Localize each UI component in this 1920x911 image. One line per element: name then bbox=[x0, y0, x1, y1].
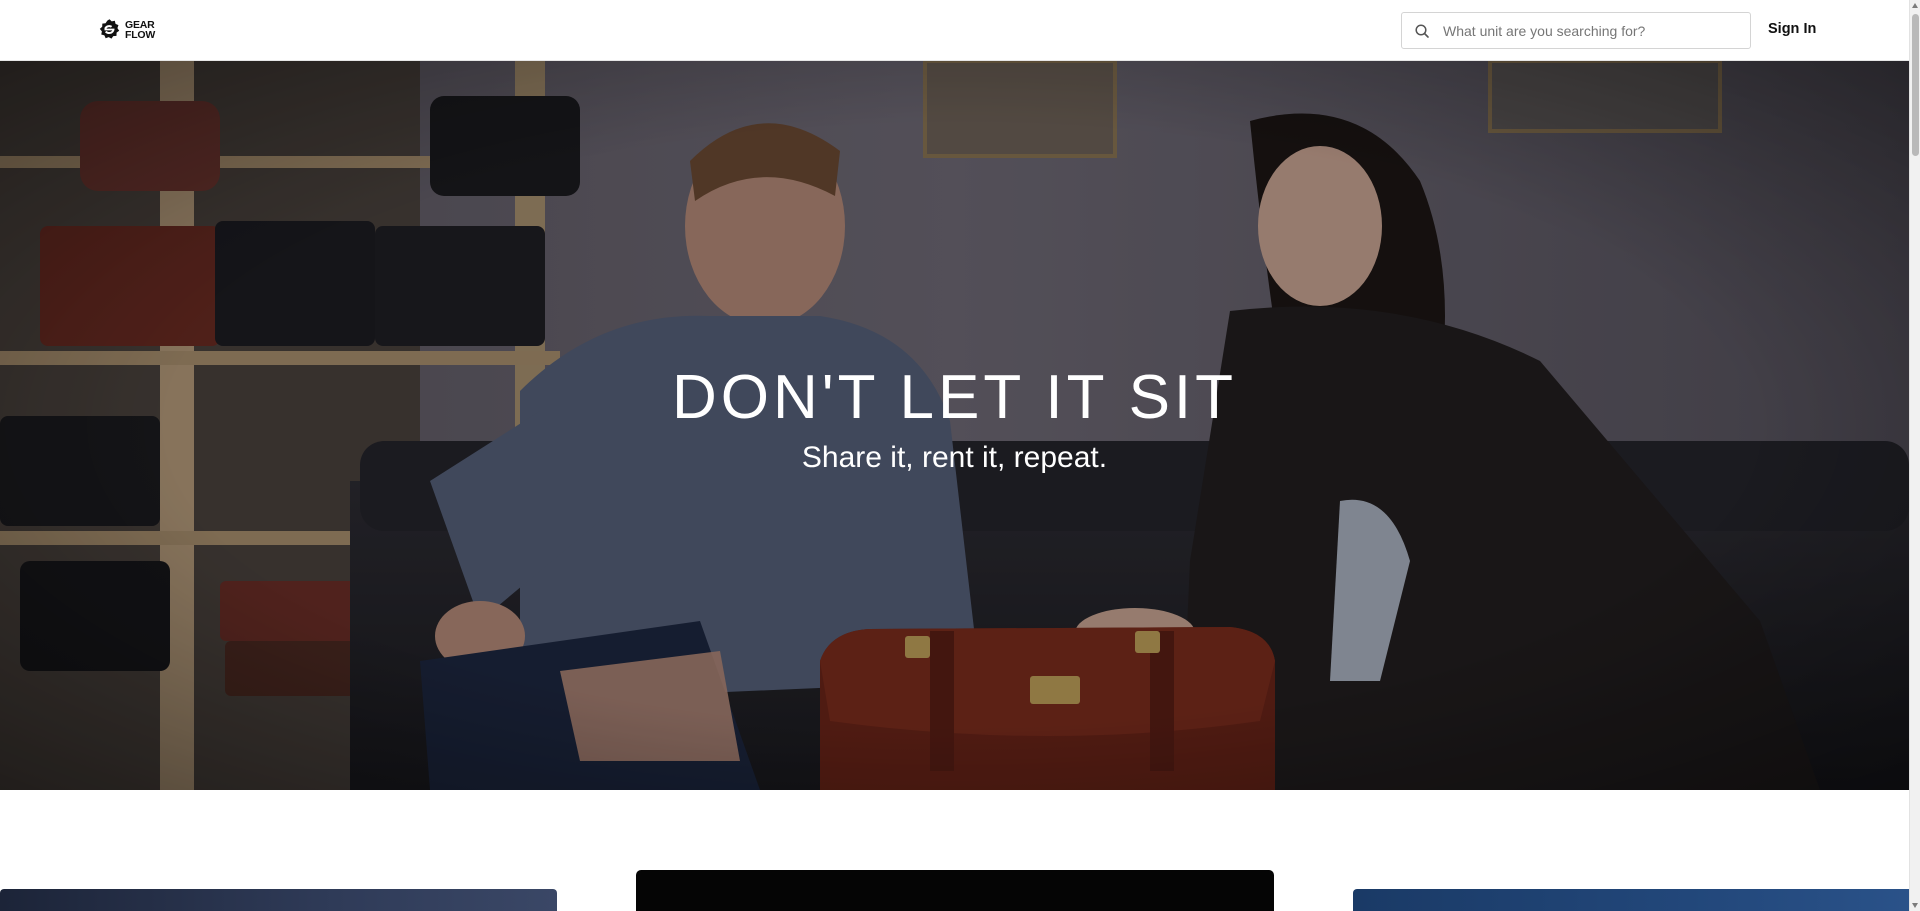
top-navigation-bar: GEAR FLOW Sign In bbox=[0, 0, 1909, 61]
page-scrollbar[interactable] bbox=[1909, 0, 1920, 911]
gearflow-logo-icon bbox=[99, 19, 120, 39]
scrollbar-thumb[interactable] bbox=[1912, 14, 1919, 156]
scroll-down-arrow-icon[interactable] bbox=[1912, 903, 1918, 908]
logo-line-gear: GEAR bbox=[125, 18, 155, 31]
feature-card-right[interactable] bbox=[1353, 889, 1913, 911]
search-box[interactable] bbox=[1401, 12, 1751, 49]
feature-card-center[interactable] bbox=[636, 870, 1274, 911]
feature-card-left[interactable] bbox=[0, 889, 557, 911]
hero-banner: DON'T LET IT SIT Share it, rent it, repe… bbox=[0, 61, 1909, 790]
logo-wordmark: GEAR FLOW bbox=[125, 18, 156, 41]
search-input[interactable] bbox=[1443, 15, 1733, 46]
hero-title: DON'T LET IT SIT bbox=[671, 363, 1238, 432]
sign-in-link[interactable]: Sign In bbox=[1768, 21, 1816, 37]
search-icon bbox=[1415, 23, 1429, 38]
page: GEAR FLOW Sign In bbox=[0, 0, 1920, 911]
gearflow-logo-link[interactable]: GEAR FLOW bbox=[97, 17, 155, 42]
scroll-up-arrow-icon[interactable] bbox=[1912, 3, 1918, 8]
hero-subtitle: Share it, rent it, repeat. bbox=[801, 441, 1108, 474]
logo-line-flow: FLOW bbox=[125, 28, 156, 41]
